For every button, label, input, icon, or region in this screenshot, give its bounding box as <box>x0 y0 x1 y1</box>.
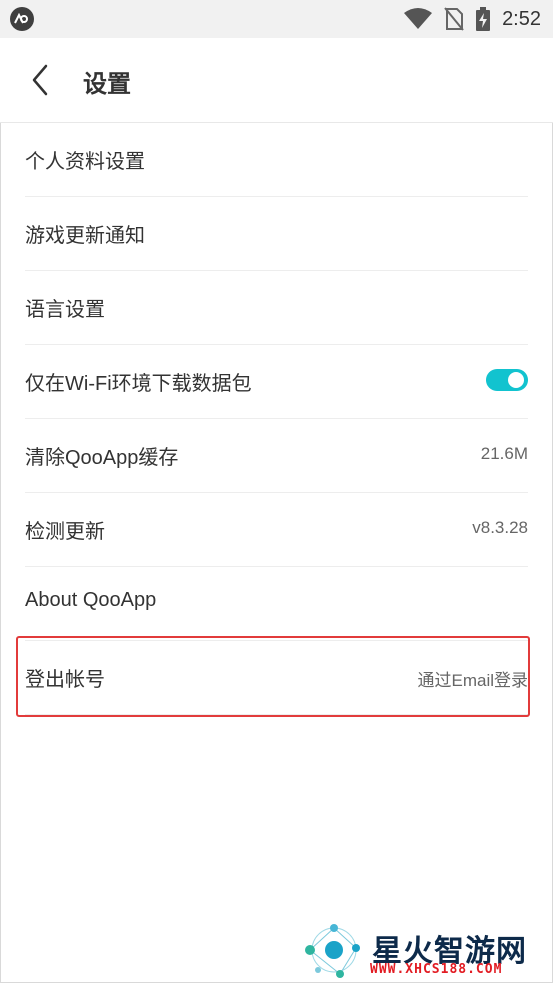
version-value: v8.3.28 <box>472 518 528 537</box>
setting-label: 仅在Wi-Fi环境下载数据包 <box>25 373 252 395</box>
setting-check-update[interactable]: 检测更新 v8.3.28 <box>25 493 528 567</box>
setting-label: 登出帐号 <box>25 669 105 691</box>
status-time: 2:52 <box>502 7 541 30</box>
no-sim-icon <box>444 7 464 31</box>
setting-language[interactable]: 语言设置 <box>25 271 528 345</box>
setting-label: 游戏更新通知 <box>25 225 145 247</box>
status-bar: 2:52 <box>0 0 553 38</box>
battery-charging-icon <box>476 7 491 31</box>
login-method-value: 通过Email登录 <box>417 671 528 690</box>
back-button[interactable] <box>22 60 62 100</box>
setting-game-update-notify[interactable]: 游戏更新通知 <box>25 197 528 271</box>
watermark-logo-icon <box>305 924 360 978</box>
setting-label: 个人资料设置 <box>25 151 145 173</box>
qooapp-icon <box>10 7 34 31</box>
setting-label: 语言设置 <box>25 299 105 321</box>
settings-list: 个人资料设置 游戏更新通知 语言设置 仅在Wi-Fi环境下载数据包 清除QooA… <box>0 123 553 715</box>
setting-clear-cache[interactable]: 清除QooApp缓存 21.6M <box>25 419 528 493</box>
page-title: 设置 <box>83 70 131 98</box>
status-icons: 2:52 <box>404 6 541 32</box>
setting-about[interactable]: About QooApp <box>25 567 528 641</box>
setting-wifi-only-download[interactable]: 仅在Wi-Fi环境下载数据包 <box>25 345 528 419</box>
toolbar: 设置 <box>0 38 553 123</box>
watermark-url: WWW.XHCS188.COM <box>370 962 503 977</box>
wifi-icon <box>404 8 433 29</box>
cache-size-value: 21.6M <box>480 444 528 463</box>
watermark: 星火智游网 WWW.XHCS188.COM <box>300 918 553 983</box>
setting-profile[interactable]: 个人资料设置 <box>25 123 528 197</box>
wifi-only-toggle[interactable] <box>486 369 528 391</box>
setting-label: About QooApp <box>25 589 157 611</box>
toggle-knob <box>508 372 524 388</box>
setting-logout[interactable]: 登出帐号 通过Email登录 <box>25 641 528 715</box>
setting-label: 清除QooApp缓存 <box>25 447 179 469</box>
chevron-left-icon <box>32 64 48 96</box>
setting-label: 检测更新 <box>25 521 105 543</box>
